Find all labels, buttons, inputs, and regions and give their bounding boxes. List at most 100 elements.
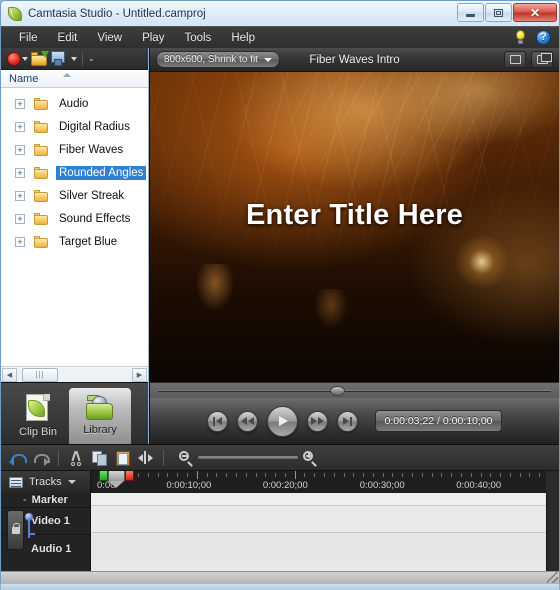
import-media-button[interactable]	[31, 51, 49, 66]
preview-buttons	[504, 51, 553, 68]
playhead-marker-group[interactable]	[99, 471, 134, 488]
scroll-track[interactable]: |||	[18, 367, 131, 382]
minimize-button[interactable]	[457, 3, 484, 22]
folder-icon	[34, 143, 49, 156]
track-row-audio-1[interactable]: Audio 1	[1, 533, 90, 562]
zoom-out-button[interactable]	[179, 450, 193, 467]
timeline-horizontal-scrollbar[interactable]	[1, 571, 559, 584]
undo-button[interactable]	[9, 450, 27, 466]
media-horizontal-scrollbar[interactable]: ◀ ||| ▶	[1, 366, 148, 382]
tree-item-audio[interactable]: + Audio	[1, 92, 148, 115]
tree-item-label: Sound Effects	[59, 212, 131, 225]
track-row-marker[interactable]: - Marker	[1, 493, 90, 508]
tree-item-digital-radius[interactable]: + Digital Radius	[1, 115, 148, 138]
track-label-column: - Marker Video 1 Audio 1	[1, 493, 91, 571]
tab-library[interactable]: Library	[69, 388, 131, 444]
video-track-lane[interactable]	[91, 506, 559, 533]
preview-dimension-select[interactable]: 800x600, Shrink to fit	[156, 51, 280, 68]
produce-share-button[interactable]	[51, 51, 68, 66]
expand-icon[interactable]: +	[15, 121, 25, 132]
expand-icon[interactable]: +	[15, 144, 25, 155]
menu-item-play[interactable]: Play	[132, 29, 174, 47]
help-question-icon[interactable]: ?	[536, 30, 551, 45]
resize-grip-icon[interactable]	[547, 572, 558, 583]
timecode-display: 0:00:03;22 / 0:00:10;00	[375, 410, 502, 432]
sort-ascending-icon	[63, 73, 71, 77]
expand-icon[interactable]: +	[15, 190, 25, 201]
chevron-down-icon	[263, 57, 272, 62]
record-screen-button[interactable]	[7, 51, 28, 66]
split-button[interactable]	[137, 450, 154, 466]
in-point-marker[interactable]	[99, 471, 108, 481]
tab-clip-bin[interactable]: Clip Bin	[7, 388, 69, 444]
tree-item-target-blue[interactable]: + Target Blue	[1, 230, 148, 253]
cut-button[interactable]	[68, 450, 85, 466]
tracks-icon	[9, 476, 23, 488]
play-button[interactable]	[267, 405, 299, 437]
out-point-marker[interactable]	[125, 471, 134, 481]
menu-item-help[interactable]: Help	[221, 29, 265, 47]
chevron-down-icon	[22, 56, 28, 61]
tree-item-fiber-waves[interactable]: + Fiber Waves	[1, 138, 148, 161]
close-button[interactable]: ✕	[513, 3, 557, 22]
rewind-button[interactable]	[237, 410, 259, 432]
timeline-ruler[interactable]: 0:00 0:00:10;00 0:00:20;00 0:00:30;00 0:…	[91, 471, 546, 493]
scroll-right-arrow-icon[interactable]: ▶	[132, 367, 147, 382]
ruler-scroll-gutter	[546, 471, 559, 493]
zoom-slider[interactable]	[198, 456, 298, 459]
paste-button[interactable]	[114, 450, 131, 466]
ruler-label: 0:00:20;00	[262, 480, 308, 491]
tree-item-rounded-angles[interactable]: + Rounded Angles	[1, 161, 148, 184]
seek-track[interactable]	[158, 389, 551, 392]
tracks-menu-button[interactable]: Tracks	[1, 471, 91, 493]
expand-icon[interactable]: +	[15, 167, 25, 178]
menu-item-view[interactable]: View	[87, 29, 132, 47]
jump-to-start-button[interactable]	[207, 410, 229, 432]
audio-track-lane[interactable]	[91, 533, 559, 560]
timeline-toolbar	[1, 445, 559, 471]
menu-item-file[interactable]: File	[9, 29, 48, 47]
column-header-name[interactable]: Name	[1, 70, 148, 88]
tree-item-label: Fiber Waves	[59, 143, 124, 156]
canvas-title-text[interactable]: Enter Title Here	[150, 199, 559, 232]
expand-icon[interactable]: +	[15, 213, 25, 224]
menu-item-edit[interactable]: Edit	[48, 29, 88, 47]
folder-icon	[34, 189, 49, 202]
fast-forward-button[interactable]	[307, 410, 329, 432]
playhead-handle[interactable]	[108, 471, 125, 488]
tree-item-silver-streak[interactable]: + Silver Streak	[1, 184, 148, 207]
detach-preview-button[interactable]	[531, 51, 553, 68]
copy-button[interactable]	[91, 450, 108, 466]
expand-icon[interactable]: +	[15, 236, 25, 247]
produce-chevron-icon[interactable]	[71, 56, 77, 61]
media-panel: ⌄ Name + Audio + Digital Radius + Fiber …	[1, 48, 149, 444]
redo-button[interactable]	[32, 450, 50, 466]
track-canvas[interactable]	[91, 493, 559, 571]
preview-seekbar[interactable]	[150, 382, 559, 398]
folder-icon	[34, 97, 49, 110]
marker-track-lane[interactable]	[91, 493, 559, 506]
camtasia-leaf-icon	[7, 6, 23, 22]
jump-to-end-button[interactable]	[337, 410, 359, 432]
menu-item-tools[interactable]: Tools	[174, 29, 221, 47]
scroll-left-arrow-icon[interactable]: ◀	[2, 367, 17, 382]
ruler-label: 0:00:40;00	[456, 480, 502, 491]
fullscreen-button[interactable]	[504, 51, 526, 68]
timeline-body: - Marker Video 1 Audio 1	[1, 493, 559, 571]
tips-lightbulb-icon[interactable]	[513, 30, 528, 45]
expand-icon[interactable]: +	[15, 98, 25, 109]
zoom-in-button[interactable]	[303, 450, 317, 467]
track-row-video-1[interactable]: Video 1	[1, 508, 90, 550]
tree-item-sound-effects[interactable]: + Sound Effects	[1, 207, 148, 230]
tree-item-label: Audio	[59, 97, 89, 110]
tab-label: Library	[83, 424, 117, 436]
scroll-thumb[interactable]: |||	[22, 367, 58, 382]
tree-item-label: Target Blue	[59, 235, 118, 248]
preview-canvas[interactable]: Enter Title Here	[150, 72, 559, 382]
timeline-vertical-scrollbar[interactable]	[546, 493, 559, 571]
chevron-down-icon	[67, 480, 76, 484]
track-label: Video 1	[31, 515, 70, 527]
toolbar-overflow-button[interactable]: ⌄	[88, 54, 95, 63]
seek-thumb[interactable]	[329, 386, 345, 396]
restore-button[interactable]	[485, 3, 512, 22]
